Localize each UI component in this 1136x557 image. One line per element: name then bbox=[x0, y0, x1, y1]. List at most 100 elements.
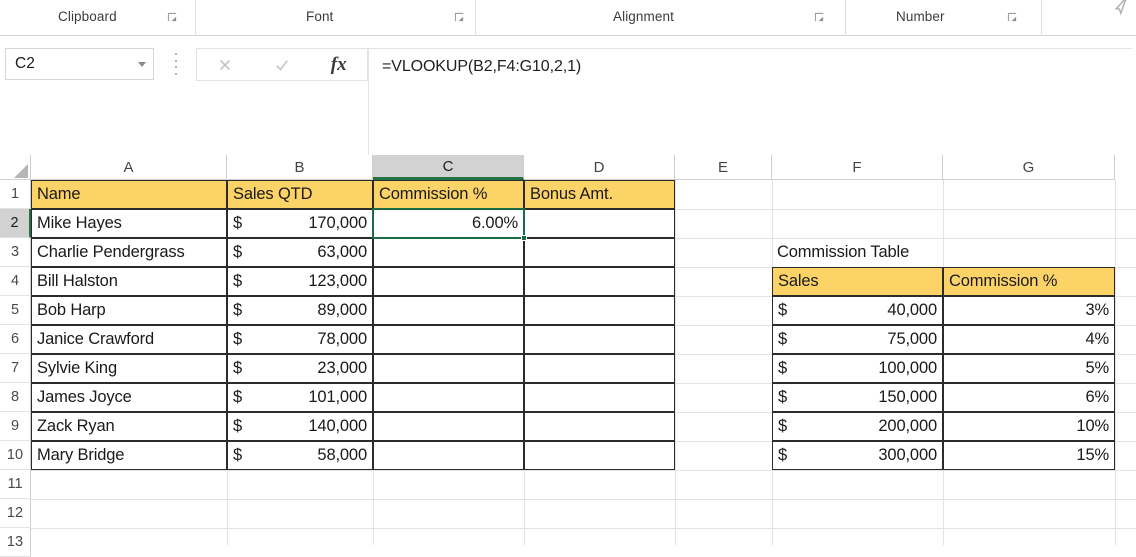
column-header-D[interactable]: D bbox=[524, 155, 675, 180]
cell-F4-header-sales[interactable]: Sales bbox=[772, 267, 943, 296]
cell-C10[interactable] bbox=[373, 441, 524, 470]
cell-D1-header-bonus[interactable]: Bonus Amt. bbox=[524, 180, 675, 209]
currency-symbol: $ bbox=[233, 272, 243, 290]
row-header-1[interactable]: 1 bbox=[0, 180, 31, 209]
cell-A4[interactable]: Bill Halston bbox=[31, 267, 227, 296]
cell-A3[interactable]: Charlie Pendergrass bbox=[31, 238, 227, 267]
formula-bar-drag-handle[interactable] bbox=[172, 53, 180, 75]
cell-D5[interactable] bbox=[524, 296, 675, 325]
cell-F5[interactable]: $40,000 bbox=[772, 296, 943, 325]
row-header-4[interactable]: 4 bbox=[0, 267, 31, 296]
cell-D7[interactable] bbox=[524, 354, 675, 383]
cell-D3[interactable] bbox=[524, 238, 675, 267]
cell-C4[interactable] bbox=[373, 267, 524, 296]
cell-B10[interactable]: $58,000 bbox=[227, 441, 373, 470]
row-header-9[interactable]: 9 bbox=[0, 412, 31, 441]
row-header-12[interactable]: 12 bbox=[0, 499, 31, 528]
row-header-13[interactable]: 13 bbox=[0, 528, 31, 557]
column-header-B[interactable]: B bbox=[227, 155, 373, 180]
row-header-11[interactable]: 11 bbox=[0, 470, 31, 499]
close-icon[interactable] bbox=[197, 49, 254, 80]
cell-G10[interactable]: 15% bbox=[943, 441, 1115, 470]
cell-G9[interactable]: 10% bbox=[943, 412, 1115, 441]
cell-B5[interactable]: $89,000 bbox=[227, 296, 373, 325]
cell-value: 101,000 bbox=[308, 388, 367, 406]
cell-A9[interactable]: Zack Ryan bbox=[31, 412, 227, 441]
cell-A5[interactable]: Bob Harp bbox=[31, 296, 227, 325]
cell-D4[interactable] bbox=[524, 267, 675, 296]
cell-D2[interactable] bbox=[524, 209, 675, 238]
cell-C8[interactable] bbox=[373, 383, 524, 412]
cell-C7[interactable] bbox=[373, 354, 524, 383]
row-header-10[interactable]: 10 bbox=[0, 441, 31, 470]
cell-F8[interactable]: $150,000 bbox=[772, 383, 943, 412]
cell-D10[interactable] bbox=[524, 441, 675, 470]
cell-F10[interactable]: $300,000 bbox=[772, 441, 943, 470]
cell-C1-header-commission[interactable]: Commission % bbox=[373, 180, 524, 209]
name-box-value: C2 bbox=[15, 55, 35, 72]
cell-D9[interactable] bbox=[524, 412, 675, 441]
row-header-7[interactable]: 7 bbox=[0, 354, 31, 383]
ribbon-group-label: Number bbox=[896, 9, 945, 24]
ribbon-group-clipboard: Clipboard bbox=[0, 0, 196, 36]
select-all-corner[interactable] bbox=[0, 155, 31, 180]
cell-B8[interactable]: $101,000 bbox=[227, 383, 373, 412]
cell-F7[interactable]: $100,000 bbox=[772, 354, 943, 383]
cell-D8[interactable] bbox=[524, 383, 675, 412]
chevron-down-icon[interactable] bbox=[131, 49, 153, 79]
cell-F9[interactable]: $200,000 bbox=[772, 412, 943, 441]
cell-D6[interactable] bbox=[524, 325, 675, 354]
column-header-F[interactable]: F bbox=[772, 155, 943, 180]
cell-C2[interactable]: 6.00% bbox=[373, 209, 524, 238]
dialog-launcher-icon[interactable] bbox=[814, 12, 825, 23]
column-header-G[interactable]: G bbox=[943, 155, 1115, 180]
cell-F3-commission-table-title[interactable]: Commission Table bbox=[772, 238, 1115, 267]
cell-B7[interactable]: $23,000 bbox=[227, 354, 373, 383]
row-header-2[interactable]: 2 bbox=[0, 209, 31, 238]
cells-area: Name Sales QTD Commission % Bonus Amt. Mike … bbox=[31, 180, 1136, 545]
cell-G7[interactable]: 5% bbox=[943, 354, 1115, 383]
row-header-6[interactable]: 6 bbox=[0, 325, 31, 354]
cell-B1-header-sales[interactable]: Sales QTD bbox=[227, 180, 373, 209]
cell-F6[interactable]: $75,000 bbox=[772, 325, 943, 354]
cell-G6[interactable]: 4% bbox=[943, 325, 1115, 354]
row-header-3[interactable]: 3 bbox=[0, 238, 31, 267]
name-box[interactable]: C2 bbox=[5, 48, 154, 80]
column-header-C[interactable]: C bbox=[373, 155, 524, 180]
formula-bar-buttons: fx bbox=[196, 48, 368, 81]
column-header-E[interactable]: E bbox=[675, 155, 772, 180]
cell-A2[interactable]: Mike Hayes bbox=[31, 209, 227, 238]
cell-G5[interactable]: 3% bbox=[943, 296, 1115, 325]
fx-icon[interactable]: fx bbox=[310, 49, 367, 80]
dialog-launcher-icon[interactable] bbox=[454, 12, 465, 23]
dialog-launcher-icon[interactable] bbox=[1007, 12, 1018, 23]
cell-C3[interactable] bbox=[373, 238, 524, 267]
cell-A10[interactable]: Mary Bridge bbox=[31, 441, 227, 470]
cell-A6[interactable]: Janice Crawford bbox=[31, 325, 227, 354]
cell-B4[interactable]: $123,000 bbox=[227, 267, 373, 296]
row-header-8[interactable]: 8 bbox=[0, 383, 31, 412]
cell-G8[interactable]: 6% bbox=[943, 383, 1115, 412]
cell-C9[interactable] bbox=[373, 412, 524, 441]
cell-C6[interactable] bbox=[373, 325, 524, 354]
cell-A1-header-name[interactable]: Name bbox=[31, 180, 227, 209]
cell-C5[interactable] bbox=[373, 296, 524, 325]
cell-A8[interactable]: James Joyce bbox=[31, 383, 227, 412]
fill-handle[interactable] bbox=[521, 235, 527, 241]
cell-B3[interactable]: $63,000 bbox=[227, 238, 373, 267]
cell-B6[interactable]: $78,000 bbox=[227, 325, 373, 354]
column-header-A[interactable]: A bbox=[31, 155, 227, 180]
row-header-5[interactable]: 5 bbox=[0, 296, 31, 325]
cell-value: 100,000 bbox=[878, 359, 937, 377]
cell-A7[interactable]: Sylvie King bbox=[31, 354, 227, 383]
dialog-launcher-icon[interactable] bbox=[167, 12, 178, 23]
gridline-vertical bbox=[675, 180, 676, 545]
cell-G4-header-commission[interactable]: Commission % bbox=[943, 267, 1115, 296]
check-icon[interactable] bbox=[254, 49, 311, 80]
formula-input[interactable]: =VLOOKUP(B2,F4:G10,2,1) bbox=[368, 48, 1132, 171]
cell-B2[interactable]: $170,000 bbox=[227, 209, 373, 238]
cell-B9[interactable]: $140,000 bbox=[227, 412, 373, 441]
currency-symbol: $ bbox=[778, 417, 788, 435]
mouse-cursor-icon bbox=[1108, 0, 1130, 16]
currency-symbol: $ bbox=[233, 417, 243, 435]
